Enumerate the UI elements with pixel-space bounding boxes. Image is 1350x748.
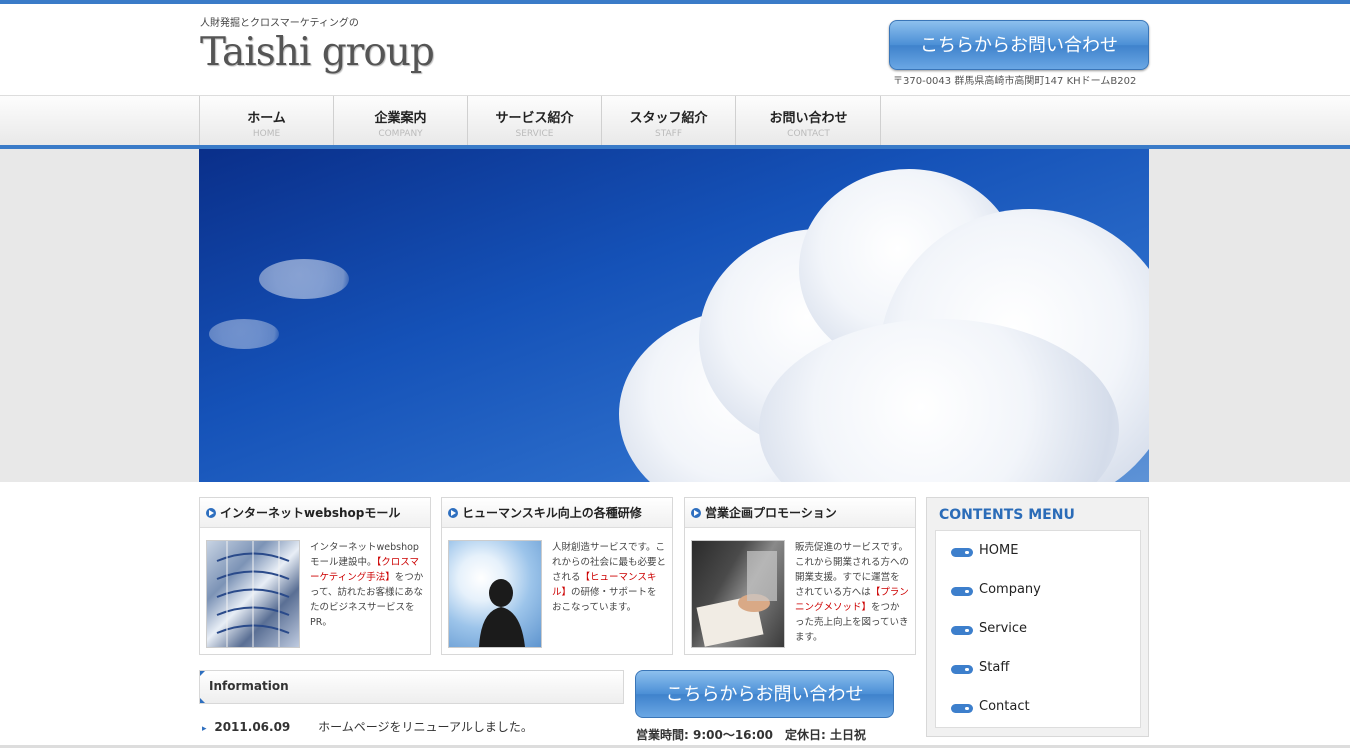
card-title[interactable]: 営業企画プロモーション bbox=[685, 498, 915, 528]
silhouette-graphic bbox=[479, 579, 525, 647]
nav-item-service[interactable]: サービス紹介 SERVICE bbox=[467, 96, 601, 146]
nav-item-contact[interactable]: お問い合わせ CONTACT bbox=[735, 96, 881, 146]
corner-mark bbox=[200, 698, 205, 703]
building-graphic bbox=[216, 541, 290, 647]
arrow-circle-icon bbox=[691, 508, 701, 518]
nav-item-staff[interactable]: スタッフ紹介 STAFF bbox=[601, 96, 735, 146]
card-title-text: インターネットwebshopモール bbox=[220, 506, 401, 520]
pill-bullet-icon bbox=[951, 704, 973, 713]
news-item: ▸ 2011.06.09 ホームページをリニューアルしました。 bbox=[202, 718, 533, 735]
menu-item-label: Contact bbox=[979, 699, 1030, 714]
nav-label-jp: サービス紹介 bbox=[495, 111, 574, 126]
nav-label-jp: スタッフ紹介 bbox=[629, 111, 708, 126]
building-photo bbox=[206, 540, 300, 648]
site-header: 人財発掘とクロスマーケティングの Taishi group こちらからお問い合わ… bbox=[0, 4, 1350, 95]
information-header: Information bbox=[199, 670, 624, 704]
card-title[interactable]: ヒューマンスキル向上の各種研修 bbox=[442, 498, 672, 528]
information-title: Information bbox=[209, 679, 289, 693]
card-description: インターネットwebshopモール建設中。【クロスマーケティング手法】をつかって… bbox=[310, 540, 424, 630]
nav-label-en: STAFF bbox=[654, 129, 683, 139]
menu-item-label: Staff bbox=[979, 660, 1010, 675]
site-logo[interactable]: Taishi group bbox=[200, 30, 435, 75]
pill-bullet-icon bbox=[951, 587, 973, 596]
news-text: ホームページをリニューアルしました。 bbox=[318, 720, 533, 734]
card-title-text: 営業企画プロモーション bbox=[705, 506, 837, 520]
nav-label-en: HOME bbox=[252, 129, 281, 139]
arrow-circle-icon bbox=[448, 508, 458, 518]
menu-item-label: Company bbox=[979, 582, 1041, 597]
cloud-shape bbox=[259, 259, 349, 299]
nav-label-jp: ホーム bbox=[247, 111, 286, 126]
meeting-graphic bbox=[696, 551, 777, 647]
header-contact-button[interactable]: こちらからお問い合わせ bbox=[889, 20, 1149, 70]
nav-label-en: COMPANY bbox=[378, 129, 423, 139]
nav-item-home[interactable]: ホーム HOME bbox=[199, 96, 333, 146]
service-card-training: ヒューマンスキル向上の各種研修 人財創造サービスです。これからの社会に最も必要と… bbox=[441, 497, 673, 655]
pill-bullet-icon bbox=[951, 548, 973, 557]
contents-menu: CONTENTS MENU HOME Company Service Staff… bbox=[926, 497, 1149, 737]
card-title-text: ヒューマンスキル向上の各種研修 bbox=[462, 506, 642, 520]
news-date: 2011.06.09 bbox=[214, 720, 291, 734]
contents-menu-list: HOME Company Service Staff Contact bbox=[935, 530, 1141, 728]
site-tagline: 人財発掘とクロスマーケティングの bbox=[200, 18, 359, 29]
menu-item-label: Service bbox=[979, 621, 1028, 636]
nav-divider bbox=[880, 96, 881, 146]
card-description: 人財創造サービスです。これからの社会に最も必要とされる【ヒューマンスキル】の研修… bbox=[552, 540, 666, 615]
silhouette-photo bbox=[448, 540, 542, 648]
nav-label-jp: お問い合わせ bbox=[769, 111, 848, 126]
business-hours: 営業時間: 9:00〜16:00 定休日: 土日祝 bbox=[636, 728, 866, 742]
contents-menu-title: CONTENTS MENU bbox=[939, 507, 1075, 523]
nav-label-en: CONTACT bbox=[787, 129, 830, 139]
menu-item-label: HOME bbox=[979, 543, 1019, 558]
pill-bullet-icon bbox=[951, 665, 973, 674]
pill-bullet-icon bbox=[951, 626, 973, 635]
global-nav: ホーム HOME 企業案内 COMPANY サービス紹介 SERVICE スタッ… bbox=[0, 95, 1350, 147]
card-title[interactable]: インターネットwebshopモール bbox=[200, 498, 430, 528]
business-meeting-photo bbox=[691, 540, 785, 648]
arrow-circle-icon bbox=[206, 508, 216, 518]
nav-label-jp: 企業案内 bbox=[374, 111, 427, 126]
service-card-promotion: 営業企画プロモーション 販売促進のサービスです。これから開業される方への開業支援… bbox=[684, 497, 916, 655]
card-description: 販売促進のサービスです。これから開業される方への開業支援。すでに運営をされている… bbox=[795, 540, 909, 645]
footer-contact-button[interactable]: こちらからお問い合わせ bbox=[635, 670, 894, 718]
corner-mark bbox=[200, 671, 205, 676]
nav-item-company[interactable]: 企業案内 COMPANY bbox=[333, 96, 467, 146]
arrow-right-icon: ▸ bbox=[202, 724, 207, 734]
nav-label-en: SERVICE bbox=[515, 129, 554, 139]
cloud-shape bbox=[209, 319, 279, 349]
hero-sky-image bbox=[199, 149, 1149, 482]
company-address: 〒370-0043 群馬県高崎市高関町147 KHドームB202 bbox=[893, 76, 1137, 87]
service-card-webshop: インターネットwebshopモール インターネットwebshopモール建設中。【… bbox=[199, 497, 431, 655]
